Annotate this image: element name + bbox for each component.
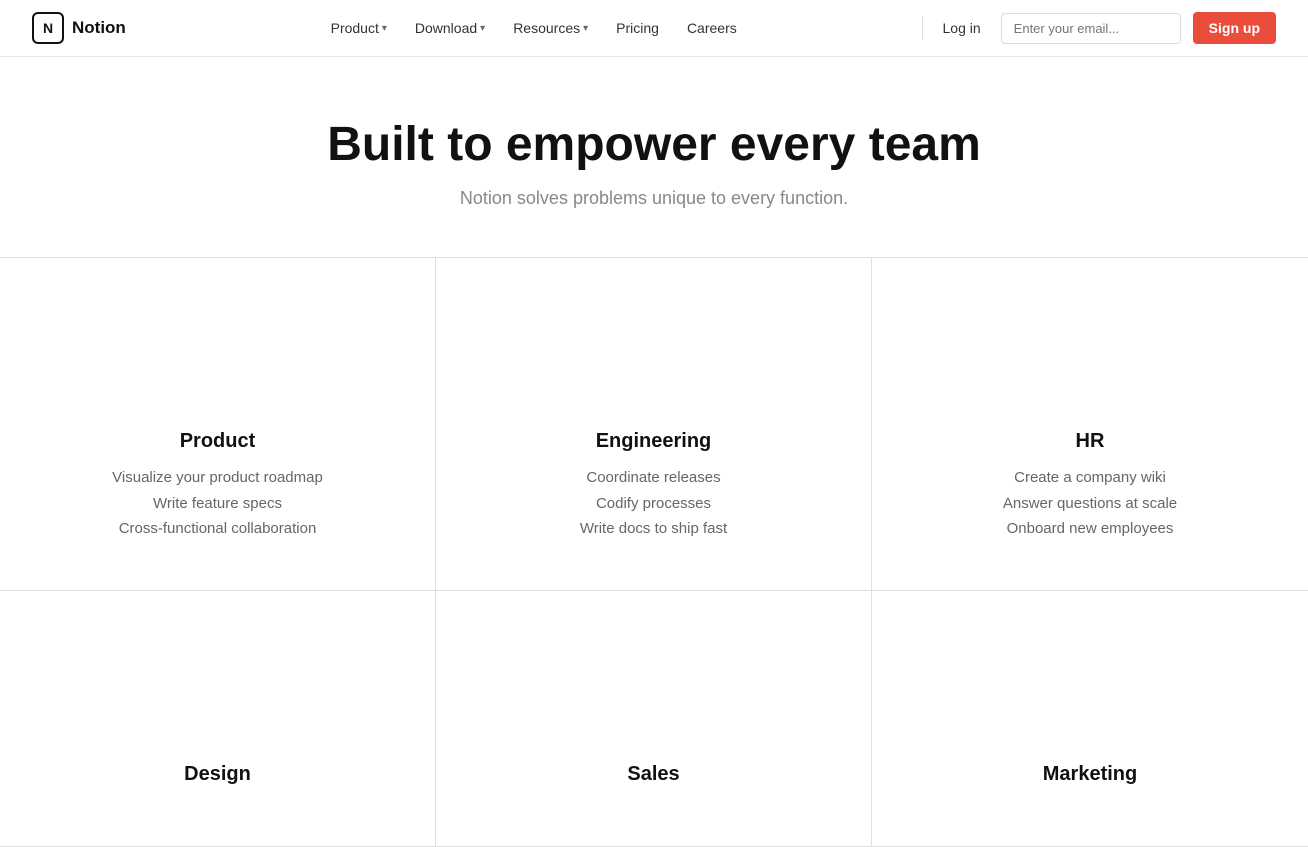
hero-title: Built to empower every team — [32, 117, 1276, 172]
engineering-title: Engineering — [596, 430, 712, 453]
chevron-down-icon: ▾ — [583, 23, 588, 34]
notion-icon: N — [32, 12, 64, 44]
navbar: N Notion Product ▾ Download ▾ Resources … — [0, 0, 1308, 57]
design-title: Design — [184, 763, 251, 786]
signup-button[interactable]: Sign up — [1193, 12, 1276, 44]
engineering-desc: Coordinate releasesCodify processesWrite… — [580, 465, 727, 542]
nav-resources[interactable]: Resources ▾ — [501, 14, 600, 42]
feature-product: Product Visualize your product roadmapWr… — [0, 258, 436, 591]
feature-marketing: Marketing — [872, 591, 1308, 847]
nav-actions: Log in Sign up — [935, 12, 1276, 44]
login-button[interactable]: Log in — [935, 14, 989, 42]
chevron-down-icon: ▾ — [480, 23, 485, 34]
nav-careers[interactable]: Careers — [675, 14, 749, 42]
nav-download[interactable]: Download ▾ — [403, 14, 497, 42]
chevron-down-icon: ▾ — [382, 23, 387, 34]
hr-title: HR — [1076, 430, 1105, 453]
hero-section: Built to empower every team Notion solve… — [0, 57, 1308, 257]
feature-sales: Sales — [436, 591, 872, 847]
sales-title: Sales — [627, 763, 679, 786]
feature-design: Design — [0, 591, 436, 847]
feature-hr: HR Create a company wikiAnswer questions… — [872, 258, 1308, 591]
nav-product[interactable]: Product ▾ — [319, 14, 399, 42]
nav-divider — [922, 16, 923, 40]
email-input[interactable] — [1001, 13, 1181, 44]
hero-subtitle: Notion solves problems unique to every f… — [32, 188, 1276, 209]
nav-links: Product ▾ Download ▾ Resources ▾ Pricing… — [158, 14, 910, 42]
features-grid: Product Visualize your product roadmapWr… — [0, 257, 1308, 847]
nav-pricing[interactable]: Pricing — [604, 14, 671, 42]
hr-desc: Create a company wikiAnswer questions at… — [1003, 465, 1177, 542]
product-title: Product — [180, 430, 256, 453]
feature-engineering: Engineering Coordinate releasesCodify pr… — [436, 258, 872, 591]
product-desc: Visualize your product roadmapWrite feat… — [112, 465, 323, 542]
marketing-title: Marketing — [1043, 763, 1137, 786]
logo-text: Notion — [72, 18, 126, 38]
logo[interactable]: N Notion — [32, 12, 126, 44]
